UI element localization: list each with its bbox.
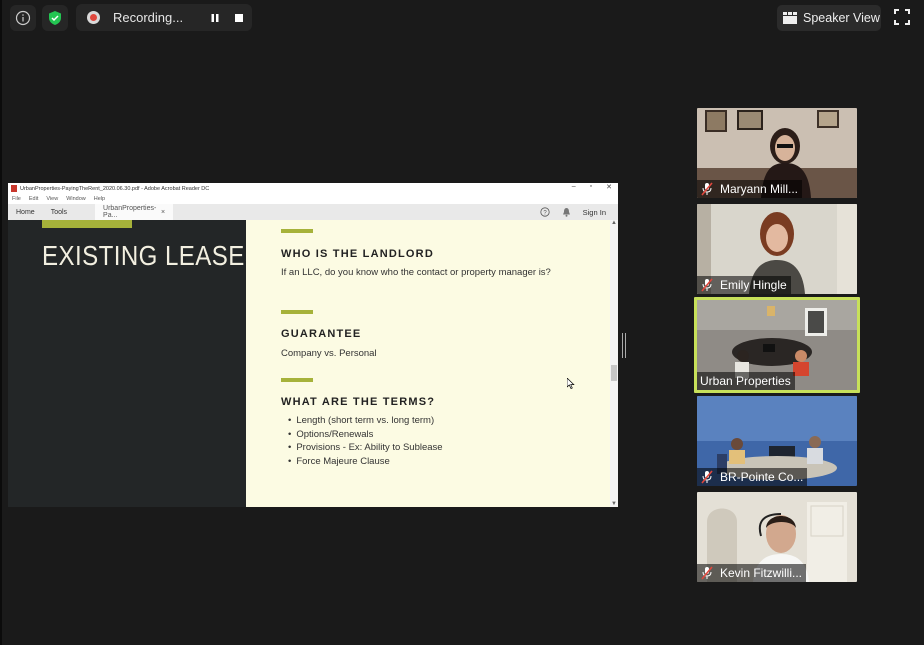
acrobat-title-bar: UrbanProperties-PayingTheRent_2020.06.30… [8, 183, 618, 194]
pdf-icon [11, 185, 17, 192]
menu-bar: File Edit View Window Help [8, 194, 618, 204]
pause-recording-button[interactable] [205, 8, 225, 28]
section-title-landlord: WHO IS THE LANDLORD [281, 248, 434, 260]
participant-tile[interactable]: Emily Hingle [697, 204, 857, 294]
mic-muted-icon [701, 278, 713, 292]
list-item: Force Majeure Clause [288, 455, 443, 469]
help-icon[interactable]: ? [540, 207, 550, 217]
menu-edit[interactable]: Edit [29, 196, 38, 202]
stop-recording-button[interactable] [229, 8, 249, 28]
list-item: Length (short term vs. long term) [288, 414, 443, 428]
grid-view-icon [783, 12, 797, 24]
participant-name-tag: BR-Pointe Co... [697, 468, 808, 486]
fullscreen-icon[interactable] [894, 9, 910, 25]
mic-muted-icon [701, 470, 713, 484]
mic-muted-icon [701, 566, 713, 580]
record-dot-icon [87, 11, 100, 24]
tab-tools[interactable]: Tools [43, 204, 75, 220]
speaker-view-label: Speaker View [803, 11, 880, 25]
pdf-scrollbar[interactable]: ▲ ▼ [610, 220, 618, 507]
section-body-landlord: If an LLC, do you know who the contact o… [281, 267, 551, 278]
participant-tile[interactable]: BR-Pointe Co... [697, 396, 857, 486]
restore-button[interactable]: ▫ [590, 183, 592, 191]
slide-left-panel: EXISTING LEASES [8, 220, 261, 507]
participant-name: Emily Hingle [720, 278, 787, 292]
participant-name: BR-Pointe Co... [720, 470, 804, 484]
scroll-down-icon[interactable]: ▼ [611, 501, 617, 507]
bell-icon[interactable] [562, 207, 571, 217]
meeting-info-button[interactable] [10, 5, 36, 31]
section-divider [281, 229, 313, 233]
participant-name: Kevin Fitzwilli... [720, 566, 803, 580]
tab-home[interactable]: Home [8, 204, 43, 220]
participant-tile-active-speaker[interactable]: Urban Properties [694, 297, 860, 393]
slide-heading: EXISTING LEASES [42, 240, 262, 271]
section-body-guarantee: Company vs. Personal [281, 348, 377, 359]
menu-view[interactable]: View [46, 196, 58, 202]
section-title-guarantee: GUARANTEE [281, 328, 362, 340]
pdf-page: EXISTING LEASES WHO IS THE LANDLORD If a… [8, 220, 618, 507]
participant-name: Maryann Mill... [720, 182, 799, 196]
window-title: UrbanProperties-PayingTheRent_2020.06.30… [20, 185, 210, 192]
participant-name-tag: Emily Hingle [697, 276, 791, 294]
terms-list: Length (short term vs. long term) Option… [288, 414, 443, 469]
scroll-up-icon[interactable]: ▲ [611, 220, 617, 226]
menu-window[interactable]: Window [66, 196, 86, 202]
recording-label: Recording... [113, 10, 184, 25]
resize-handle[interactable] [622, 333, 626, 358]
participant-name-tag: Kevin Fitzwilli... [697, 564, 807, 582]
participant-tile[interactable]: Maryann Mill... [697, 108, 857, 198]
tab-bar: Home Tools UrbanProperties-Pa... × ? Sig… [8, 204, 618, 220]
participant-name: Urban Properties [700, 374, 791, 388]
mic-muted-icon [701, 182, 713, 196]
participant-name-tag: Maryann Mill... [697, 180, 803, 198]
slide-content: WHO IS THE LANDLORD If an LLC, do you kn… [246, 220, 618, 507]
mouse-cursor-icon [567, 378, 575, 389]
list-item: Provisions - Ex: Ability to Sublease [288, 441, 442, 455]
accent-bar [42, 220, 132, 228]
tab-document[interactable]: UrbanProperties-Pa... × [95, 204, 174, 220]
stop-icon [235, 13, 243, 22]
participant-name-tag: Urban Properties [697, 372, 795, 390]
list-item: Options/Renewals [288, 428, 443, 442]
shared-screen: UrbanProperties-PayingTheRent_2020.06.30… [8, 183, 618, 507]
security-button[interactable] [42, 5, 68, 31]
pause-icon [211, 13, 219, 22]
info-icon [15, 10, 31, 26]
section-divider [281, 378, 313, 382]
section-divider [281, 310, 313, 314]
speaker-view-button[interactable]: Speaker View [777, 5, 881, 31]
menu-help[interactable]: Help [94, 196, 105, 202]
section-title-terms: WHAT ARE THE TERMS? [281, 396, 436, 408]
recording-indicator: Recording... [76, 4, 252, 31]
zoom-meeting-window: Recording... Speaker View UrbanPropertie… [0, 0, 924, 645]
participant-tile[interactable]: Kevin Fitzwilli... [697, 492, 857, 582]
menu-file[interactable]: File [12, 196, 21, 202]
tab-close-icon[interactable]: × [161, 209, 165, 216]
close-window-button[interactable]: ✕ [606, 183, 612, 191]
minimize-button[interactable]: – [572, 183, 576, 191]
scroll-thumb[interactable] [611, 365, 617, 381]
sign-in-link[interactable]: Sign In [583, 208, 606, 217]
tab-document-label: UrbanProperties-Pa... [103, 205, 157, 219]
shield-check-icon [49, 11, 61, 25]
